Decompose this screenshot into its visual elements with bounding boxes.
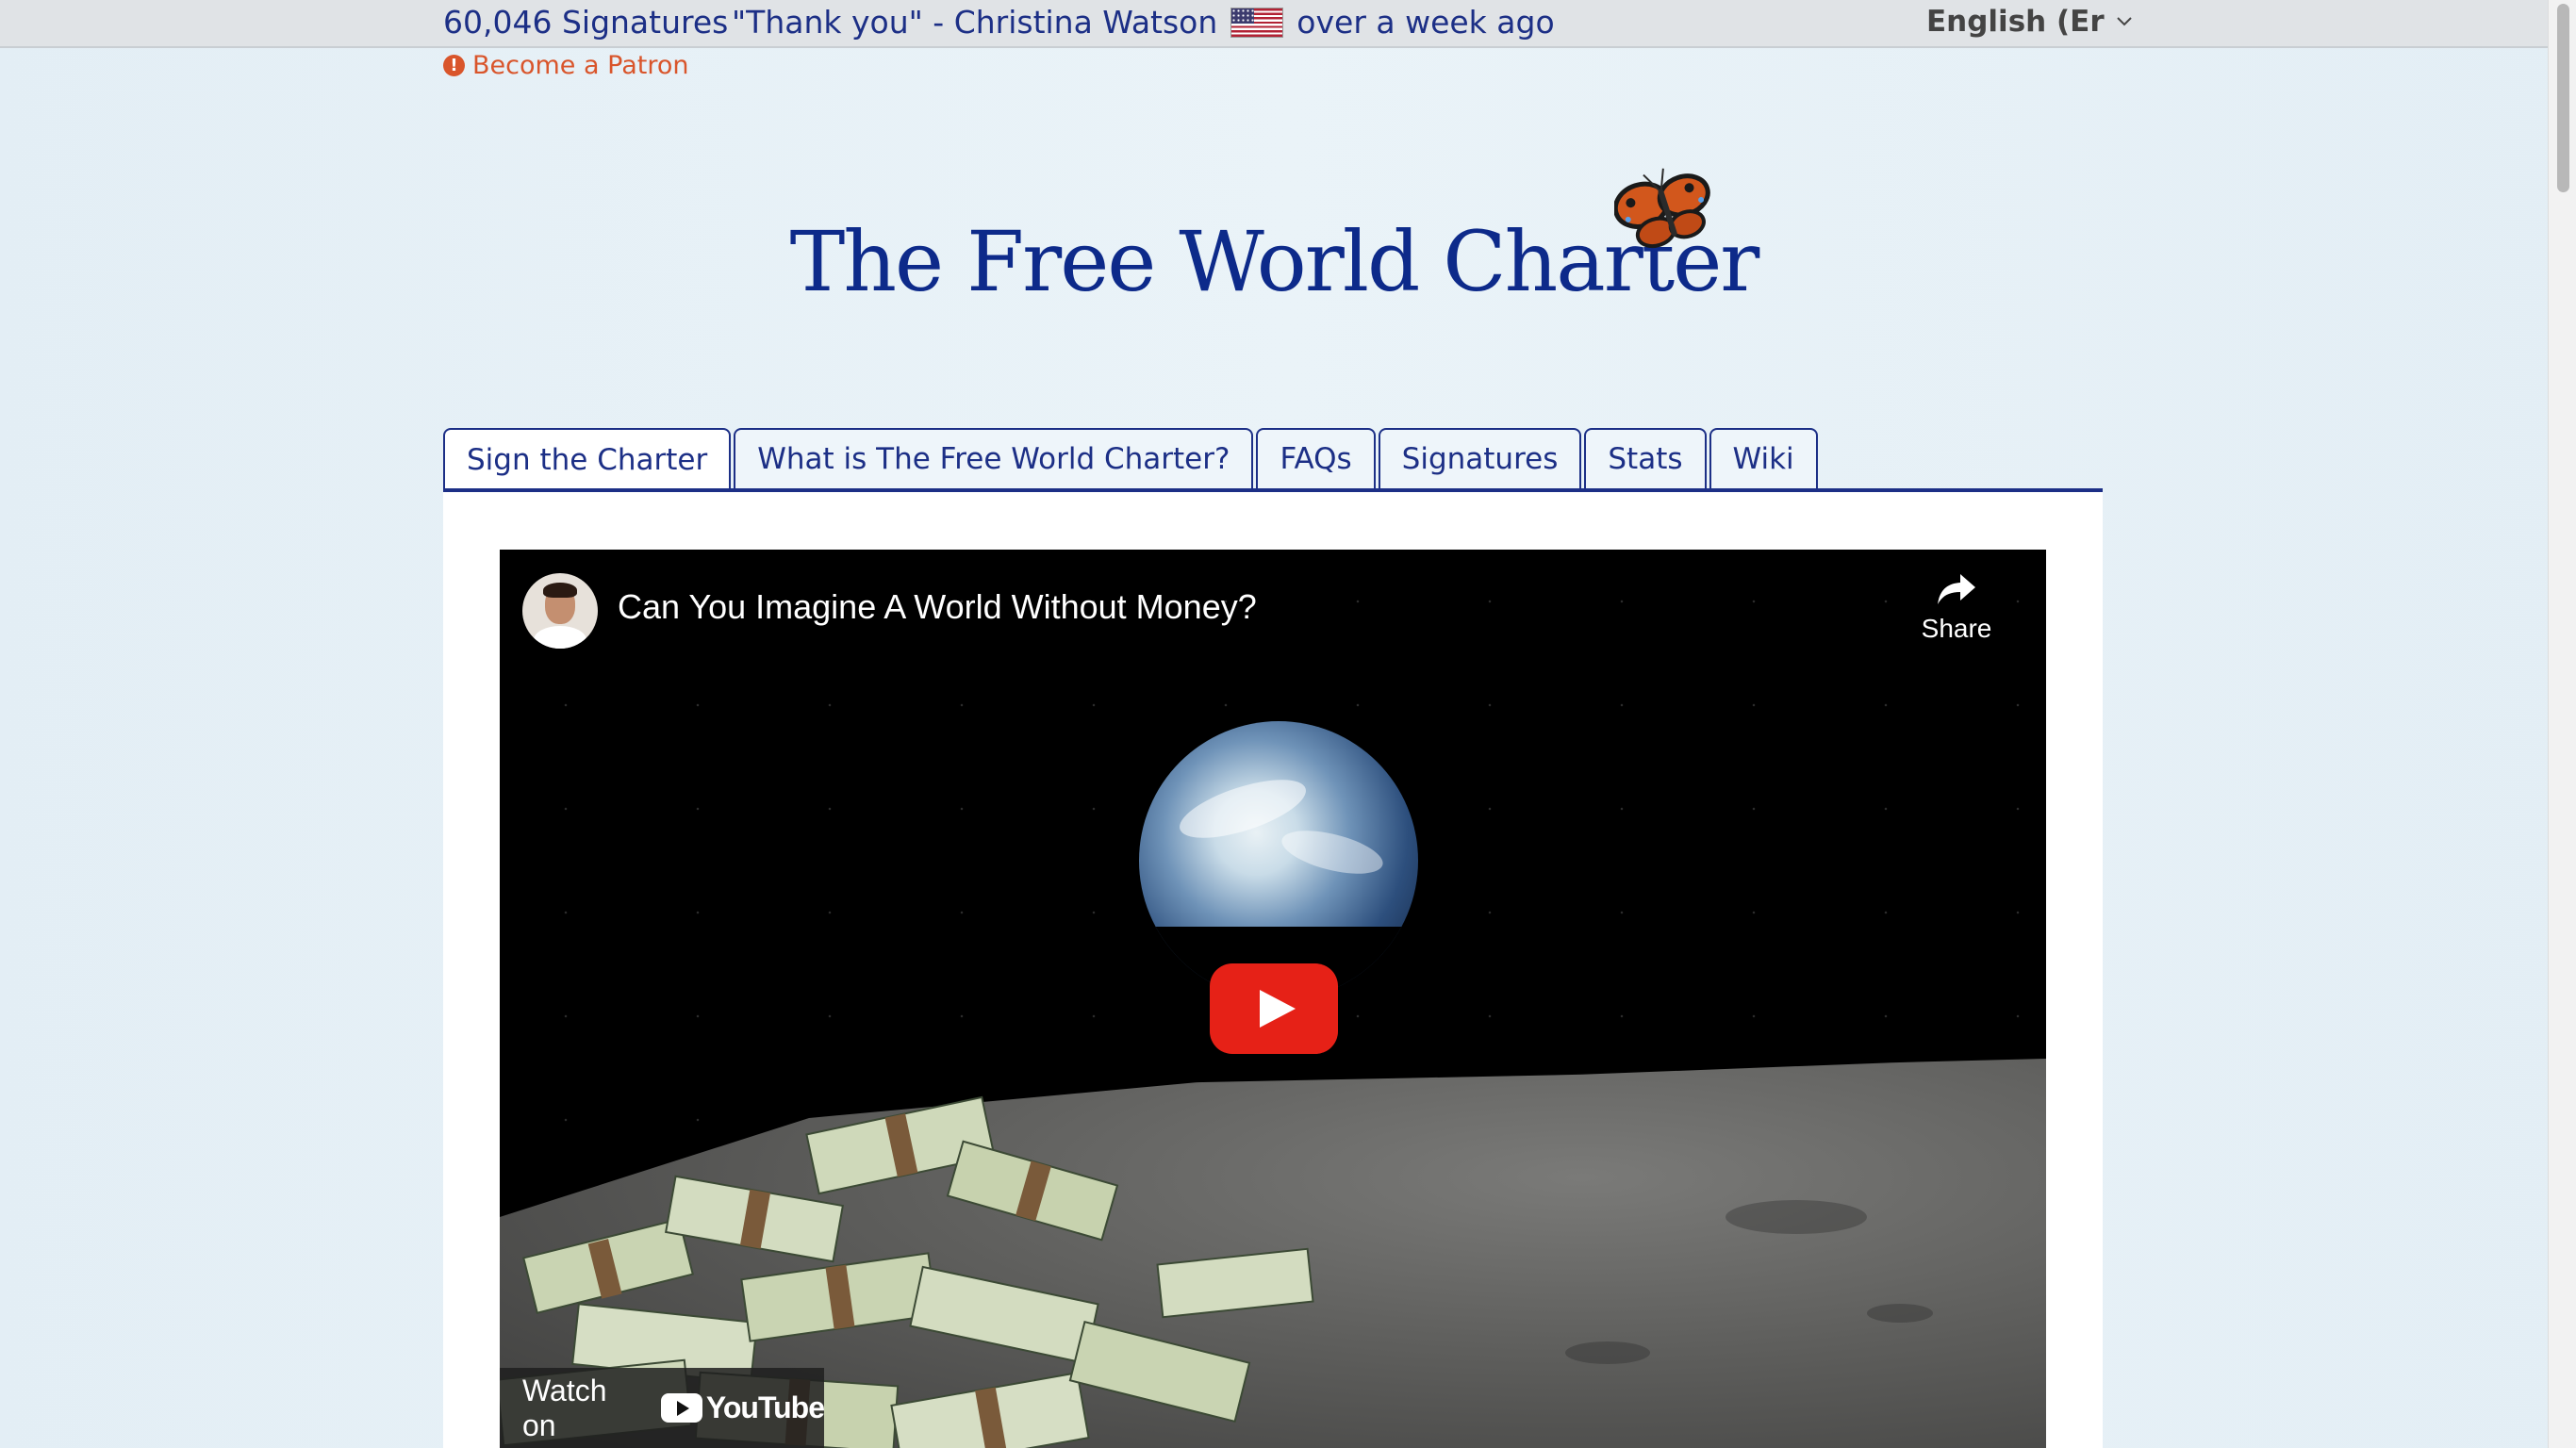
page-scrollbar[interactable] — [2548, 0, 2576, 1448]
become-patron-link[interactable]: ! Become a Patron — [443, 51, 688, 80]
tab-sign-the-charter[interactable]: Sign the Charter — [443, 428, 732, 490]
scrollbar-thumb[interactable] — [2557, 4, 2569, 192]
channel-avatar[interactable] — [522, 573, 598, 649]
chevron-down-icon — [2116, 17, 2132, 26]
latest-signature-ticker: "Thank you" - Christina Watson over a we… — [732, 4, 1555, 41]
top-bar: 60,046 Signatures "Thank you" - Christin… — [0, 0, 2548, 48]
tab-faqs[interactable]: FAQs — [1256, 428, 1376, 488]
share-button[interactable]: Share — [1914, 572, 1999, 644]
earth-image — [1139, 721, 1418, 1000]
tab-stats[interactable]: Stats — [1584, 428, 1707, 488]
video-title[interactable]: Can You Imagine A World Without Money? — [618, 587, 1257, 627]
share-label: Share — [1921, 614, 1992, 643]
youtube-logo-icon: YouTube — [660, 1390, 825, 1425]
butterfly-icon — [1614, 168, 1710, 249]
play-icon[interactable] — [1210, 963, 1338, 1054]
latest-quote: "Thank you" - Christina Watson — [732, 4, 1218, 41]
watch-on-youtube-button[interactable]: Watch on YouTube — [500, 1368, 825, 1448]
main-tabs: Sign the Charter What is The Free World … — [443, 428, 1821, 490]
share-icon — [1938, 574, 1975, 604]
us-flag-icon — [1230, 7, 1284, 38]
tab-wiki[interactable]: Wiki — [1709, 428, 1818, 488]
site-title[interactable]: The Free World Charter — [0, 213, 2548, 310]
language-select[interactable]: English (Er — [1926, 5, 2133, 39]
youtube-video-embed[interactable]: Can You Imagine A World Without Money? S… — [500, 550, 2046, 1448]
alert-icon: ! — [443, 55, 465, 76]
tab-signatures[interactable]: Signatures — [1378, 428, 1582, 488]
patron-label: Become a Patron — [472, 51, 689, 80]
tab-what-is-charter[interactable]: What is The Free World Charter? — [734, 428, 1254, 488]
latest-time: over a week ago — [1296, 4, 1555, 41]
language-label: English (Er — [1926, 5, 2105, 39]
watch-on-label: Watch on — [522, 1373, 607, 1442]
signature-count[interactable]: 60,046 Signatures — [443, 4, 728, 41]
